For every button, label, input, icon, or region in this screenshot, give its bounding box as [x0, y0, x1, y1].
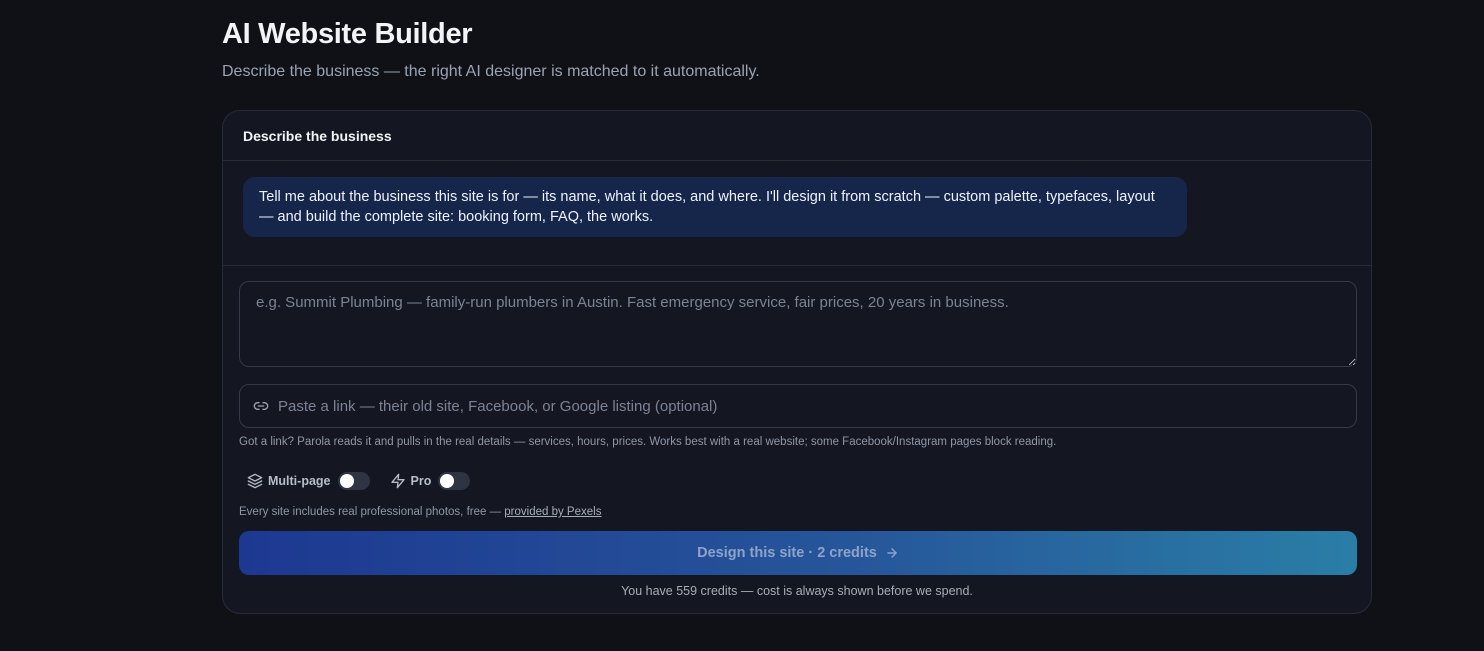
builder-card: Describe the business Tell me about the …	[222, 110, 1372, 614]
photos-note-text: Every site includes real professional ph…	[239, 506, 505, 518]
card-header: Describe the business	[223, 111, 1371, 161]
lightning-icon	[390, 473, 406, 489]
link-icon	[252, 397, 270, 415]
multipage-toggle-knob	[339, 474, 354, 488]
page-subtitle: Describe the business — the right AI des…	[222, 63, 760, 80]
photos-note: Every site includes real professional ph…	[239, 506, 601, 518]
assistant-message-bubble: Tell me about the business this site is …	[243, 177, 1187, 237]
multipage-label: Multi-page	[268, 474, 331, 488]
pexels-link[interactable]: provided by Pexels	[504, 506, 601, 518]
business-description-input[interactable]	[239, 281, 1357, 367]
multipage-toggle-group: Multi-page	[247, 472, 370, 490]
pro-label: Pro	[410, 474, 432, 488]
design-site-button[interactable]: Design this site · 2 credits	[239, 531, 1357, 575]
pro-toggle-knob	[440, 474, 455, 488]
arrow-right-icon	[885, 546, 899, 560]
link-field[interactable]	[239, 384, 1357, 428]
options-row: Multi-page Pro	[247, 471, 490, 491]
link-input[interactable]	[276, 396, 1356, 416]
layers-icon	[247, 473, 263, 489]
multipage-toggle[interactable]	[337, 472, 370, 490]
pro-toggle[interactable]	[438, 472, 471, 490]
credits-note: You have 559 credits — cost is always sh…	[621, 584, 973, 598]
page: AI Website Builder Describe the business…	[0, 0, 1484, 651]
card-title: Describe the business	[243, 127, 392, 144]
pro-toggle-group: Pro	[390, 472, 471, 490]
page-title: AI Website Builder	[222, 18, 473, 50]
design-site-button-label: Design this site · 2 credits	[697, 545, 877, 561]
chat-area: Tell me about the business this site is …	[223, 161, 1371, 266]
link-hint: Got a link? Parola reads it and pulls in…	[239, 436, 1057, 448]
